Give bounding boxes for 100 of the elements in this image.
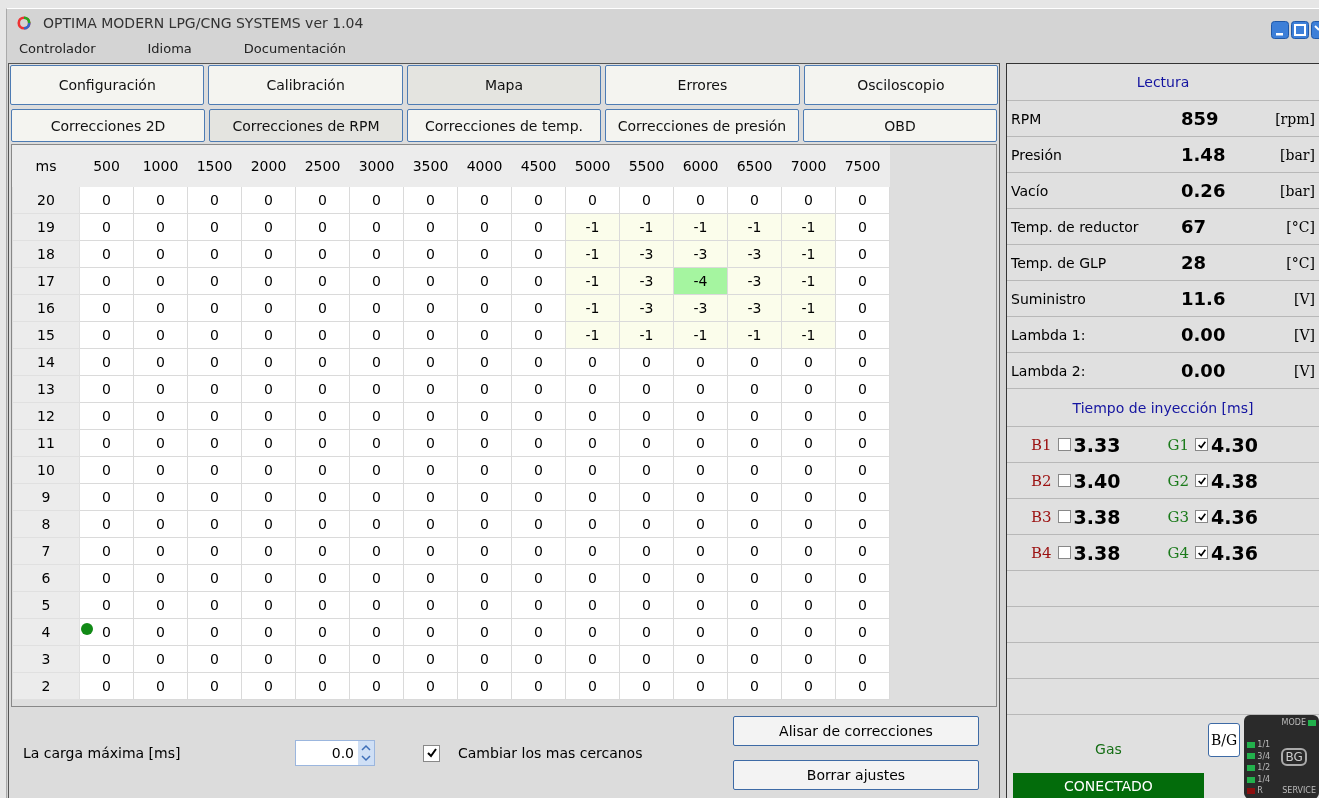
- injection-time: 4.36: [1211, 505, 1259, 528]
- spin-arrows-icon[interactable]: [358, 741, 374, 765]
- spin-field[interactable]: 0.0: [295, 740, 375, 766]
- menu-item[interactable]: Controlador: [19, 40, 96, 56]
- row-header: 14: [12, 348, 80, 376]
- led-label: 1/1: [1257, 740, 1271, 750]
- tab[interactable]: Errores: [605, 65, 800, 105]
- checkbox[interactable]: [1057, 474, 1071, 487]
- checkbox[interactable]: [1057, 546, 1071, 559]
- minimize-icon[interactable]: [1271, 21, 1289, 39]
- maximize-icon[interactable]: [1291, 21, 1309, 39]
- reading-label: Temp. de GLP: [1011, 254, 1108, 271]
- column-header: 6500: [727, 145, 782, 187]
- injection-time: 3.38: [1073, 505, 1122, 528]
- reading-label: Lambda 2:: [1011, 362, 1087, 379]
- reading-label: Temp. de reductor: [1011, 218, 1140, 235]
- row-header: 5: [12, 591, 80, 619]
- reading-value: 28: [1181, 252, 1208, 273]
- column-header: 2000: [241, 145, 296, 187]
- menu-item[interactable]: Documentación: [243, 40, 347, 56]
- led-label: MODE: [1281, 718, 1306, 728]
- close-icon[interactable]: [1311, 21, 1319, 39]
- column-header: 3000: [349, 145, 404, 187]
- reading-value: 0.00: [1181, 360, 1227, 381]
- column-header: 7500: [835, 145, 890, 187]
- column-header: 1000: [133, 145, 188, 187]
- section-header: Tiempo de inyección [ms]: [1007, 389, 1319, 427]
- reading-unit: [V]: [1292, 326, 1316, 343]
- checkbox[interactable]: [1057, 438, 1071, 451]
- tab[interactable]: Configuración: [10, 65, 205, 105]
- row-header: 3: [12, 645, 80, 673]
- switch-logo: BG: [1281, 748, 1307, 766]
- checkbox[interactable]: [1195, 510, 1209, 523]
- reading-value: 1.48: [1181, 144, 1227, 165]
- row-header: 6: [12, 564, 80, 592]
- injector-label: G3: [1167, 507, 1190, 526]
- reading-label: Presión: [1011, 146, 1063, 163]
- reading-unit: [V]: [1292, 290, 1316, 307]
- checkbox[interactable]: [1195, 474, 1209, 487]
- reading-value: 67: [1181, 216, 1208, 237]
- row-header: 4: [12, 618, 80, 646]
- row-header: 12: [12, 402, 80, 430]
- reading-label: Suministro: [1011, 290, 1087, 307]
- tab[interactable]: Calibración: [208, 65, 403, 105]
- injector-label: B3: [1031, 507, 1052, 526]
- tab[interactable]: Correcciones de presión: [605, 109, 799, 142]
- column-header: 2500: [295, 145, 350, 187]
- reading-value: 859: [1181, 108, 1220, 129]
- column-header: 4500: [511, 145, 566, 187]
- injection-time: 4.38: [1211, 469, 1259, 492]
- column-header: 1500: [187, 145, 242, 187]
- injection-time: 3.40: [1073, 469, 1122, 492]
- column-header: 3500: [403, 145, 458, 187]
- reading-label: Lambda 1:: [1011, 326, 1087, 343]
- checkbox[interactable]: [1195, 438, 1209, 451]
- row-header: 15: [12, 321, 80, 349]
- menu-item[interactable]: Idioma: [147, 40, 192, 56]
- column-header: ms: [12, 145, 80, 187]
- row-header: 8: [12, 510, 80, 538]
- checkbox[interactable]: [423, 744, 440, 762]
- tab[interactable]: OBD: [803, 109, 997, 142]
- column-header: 5000: [565, 145, 620, 187]
- row-header: 16: [12, 294, 80, 322]
- row-header: 9: [12, 483, 80, 511]
- row-header: 18: [12, 240, 80, 268]
- reading-label: Vacío: [1011, 182, 1050, 199]
- switch-button[interactable]: B/G: [1207, 723, 1241, 757]
- injection-time: 3.33: [1073, 433, 1122, 456]
- fuel-status: Gas: [1095, 741, 1122, 757]
- app-logo-icon: [17, 16, 31, 30]
- row-header: 11: [12, 429, 80, 457]
- injection-time: 4.36: [1211, 541, 1259, 564]
- led-label: SERVICE: [1282, 786, 1316, 796]
- led-label: 1/4: [1257, 774, 1271, 785]
- reading-unit: [°C]: [1285, 218, 1316, 235]
- reading-label: RPM: [1011, 110, 1043, 127]
- reading-value: 0.00: [1181, 324, 1227, 345]
- tab[interactable]: Correcciones 2D: [11, 109, 205, 142]
- column-header: 500: [79, 145, 134, 187]
- tab[interactable]: Correcciones de temp.: [407, 109, 601, 142]
- injector-label: G1: [1167, 435, 1190, 454]
- row-header: 20: [12, 186, 80, 214]
- checkbox[interactable]: [1195, 546, 1209, 559]
- reading-value: 11.6: [1181, 288, 1227, 309]
- column-header: 6000: [673, 145, 728, 187]
- injection-time: 4.30: [1211, 433, 1259, 456]
- injector-label: G2: [1167, 471, 1190, 490]
- column-header: 5500: [619, 145, 674, 187]
- tab[interactable]: Mapa: [406, 65, 602, 105]
- reading-unit: [bar]: [1279, 182, 1316, 199]
- tab[interactable]: Osciloscopio: [803, 65, 999, 105]
- row-header: 17: [12, 267, 80, 295]
- checkbox[interactable]: [1057, 510, 1071, 523]
- column-header: 7000: [781, 145, 836, 187]
- reading-unit: [V]: [1292, 362, 1316, 379]
- column-header: 4000: [457, 145, 512, 187]
- action-button[interactable]: Borrar ajustes: [733, 760, 979, 790]
- injector-label: B1: [1031, 435, 1052, 454]
- action-button[interactable]: Alisar de correcciones: [733, 716, 979, 746]
- tab[interactable]: Correcciones de RPM: [209, 109, 403, 142]
